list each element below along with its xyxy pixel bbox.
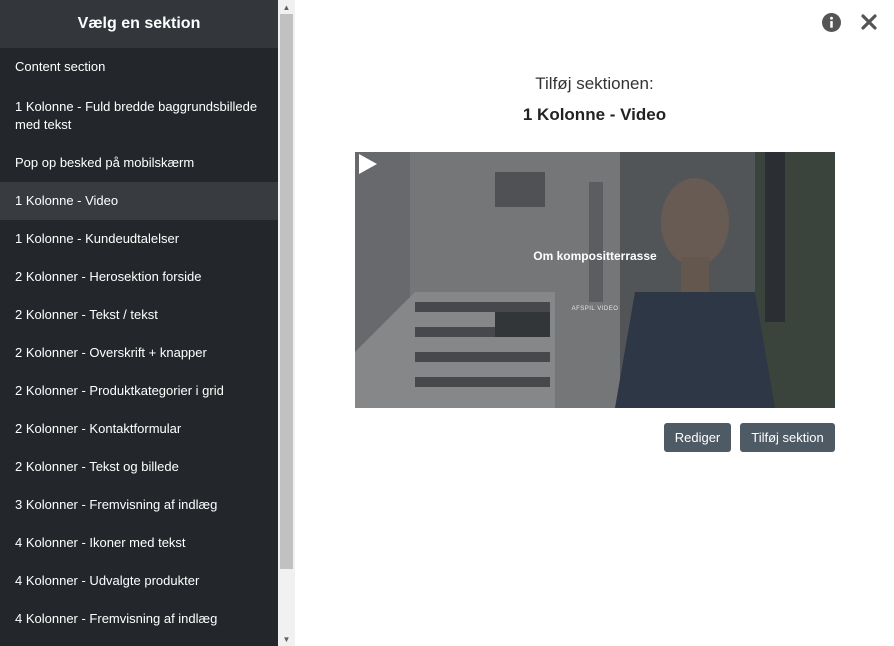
sidebar-item-2col-heading-buttons[interactable]: 2 Kolonner - Overskrift + knapper <box>0 334 278 372</box>
sidebar-item-1col-fullwidth-bg[interactable]: 1 Kolonne - Fuld bredde baggrundsbillede… <box>0 86 278 144</box>
sidebar-item-content-section[interactable]: Content section <box>0 48 278 86</box>
info-icon[interactable] <box>822 13 841 32</box>
close-icon[interactable] <box>861 14 877 30</box>
play-icon[interactable] <box>355 152 379 176</box>
sidebar-item-2col-contact-form[interactable]: 2 Kolonner - Kontaktformular <box>0 410 278 448</box>
scroll-up-arrow-icon[interactable]: ▲ <box>278 0 295 14</box>
sidebar-item-4col-posts[interactable]: 4 Kolonner - Fremvisning af indlæg <box>0 600 278 638</box>
edit-button[interactable]: Rediger <box>664 423 731 452</box>
video-title: Om kompositterrasse <box>533 249 657 263</box>
play-video-label: AFSPIL VIDEO <box>571 306 619 312</box>
sidebar-item-1col-testimonials[interactable]: 1 Kolonne - Kundeudtalelser <box>0 220 278 258</box>
sidebar-scrollbar[interactable]: ▲ ▼ <box>278 0 295 646</box>
sidebar-item-1col-video[interactable]: 1 Kolonne - Video <box>0 182 278 220</box>
sidebar-item-2col-text-text[interactable]: 2 Kolonner - Tekst / tekst <box>0 296 278 334</box>
selected-section-name: 1 Kolonne - Video <box>522 105 667 124</box>
sidebar-item-popup-mobile[interactable]: Pop op besked på mobilskærm <box>0 144 278 182</box>
add-section-button[interactable]: Tilføj sektion <box>740 423 835 452</box>
section-list: Content section 1 Kolonne - Fuld bredde … <box>0 48 278 638</box>
sidebar-item-4col-icons-text[interactable]: 4 Kolonner - Ikoner med tekst <box>0 524 278 562</box>
sidebar-item-2col-product-grid[interactable]: 2 Kolonner - Produktkategorier i grid <box>0 372 278 410</box>
section-preview-panel: Tilføj sektionen: 1 Kolonne - Video Om k… <box>295 0 894 646</box>
sidebar-item-3col-posts[interactable]: 3 Kolonner - Fremvisning af indlæg <box>0 486 278 524</box>
video-thumbnail <box>355 152 835 408</box>
video-preview[interactable]: Om kompositterrasse AFSPIL VIDEO <box>355 152 835 408</box>
add-section-label: Tilføj sektionen: <box>535 74 654 93</box>
scroll-down-arrow-icon[interactable]: ▼ <box>278 632 295 646</box>
sidebar-item-2col-hero[interactable]: 2 Kolonner - Herosektion forside <box>0 258 278 296</box>
sidebar-item-2col-text-image[interactable]: 2 Kolonner - Tekst og billede <box>0 448 278 486</box>
scroll-thumb[interactable] <box>280 14 293 569</box>
sidebar-item-4col-featured-products[interactable]: 4 Kolonner - Udvalgte produkter <box>0 562 278 600</box>
section-sidebar: Vælg en sektion Content section 1 Kolonn… <box>0 0 278 646</box>
sidebar-title: Vælg en sektion <box>0 0 278 48</box>
